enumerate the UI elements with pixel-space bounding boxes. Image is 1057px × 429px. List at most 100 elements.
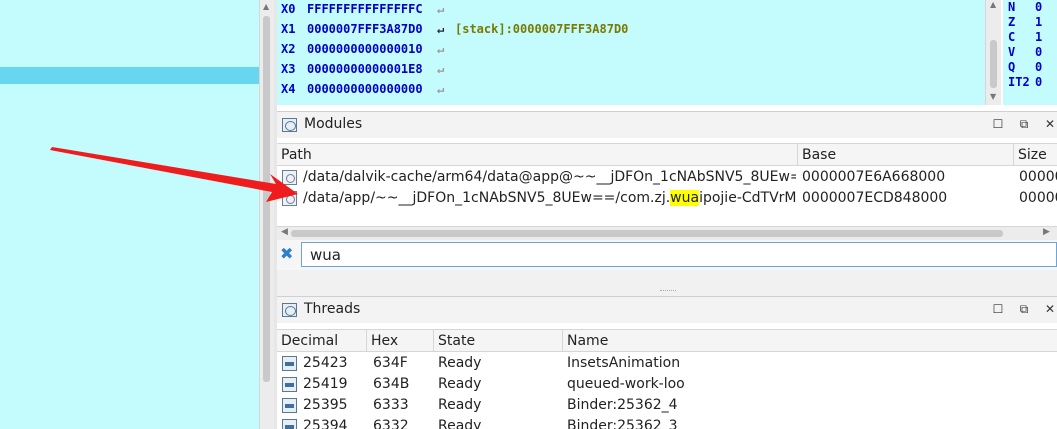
flag-row[interactable]: Z1 (1003, 15, 1057, 30)
register-value[interactable]: 0000000000000010 (307, 39, 437, 59)
thread-state: Ready (438, 397, 482, 413)
register-row[interactable]: X2 0000000000000010 ↵ (277, 39, 985, 59)
thread-name: InsetsAnimation (567, 355, 681, 371)
flag-row[interactable]: C1 (1003, 30, 1057, 45)
module-size: 00000 (1019, 190, 1057, 206)
thread-icon (282, 377, 297, 392)
return-arrow-icon[interactable]: ↵ (437, 19, 455, 39)
scrollbar-thumb[interactable] (990, 40, 997, 88)
flag-value[interactable]: 0 (1035, 60, 1042, 74)
threads-pane-header[interactable]: Threads ☐ ⧉ ✕ (277, 296, 1057, 323)
thread-hex: 6333 (373, 397, 409, 413)
float-pane-button[interactable]: ⧉ (1017, 117, 1031, 132)
flag-value[interactable]: 1 (1035, 15, 1042, 29)
clear-filter-icon[interactable]: ✖ (280, 244, 293, 263)
register-comment: [stack]:0000007FFF3A87D0 (455, 22, 629, 36)
thread-state: Ready (438, 355, 482, 371)
registers-pane: X0 FFFFFFFFFFFFFFFC ↵ X1 0000007FFF3A87D0 ↵[… (277, 0, 985, 105)
flag-name: N (1008, 0, 1016, 14)
flag-name: C (1008, 30, 1016, 44)
scroll-up-icon[interactable]: ▲ (990, 0, 996, 9)
restore-pane-button[interactable]: ☐ (991, 117, 1005, 131)
return-arrow-icon[interactable]: ↵ (437, 59, 455, 79)
return-arrow-icon[interactable]: ↵ (437, 79, 455, 99)
modules-pane-icon (282, 118, 297, 132)
modules-table-header: Path Base Size (277, 144, 1057, 166)
scrollbar-thumb[interactable] (291, 230, 1003, 237)
module-icon (282, 191, 297, 206)
modules-table: Path Base Size /data/dalvik-cache/arm64/… (277, 143, 1057, 226)
restore-pane-button[interactable]: ☐ (991, 302, 1005, 316)
register-name: X1 (281, 22, 296, 36)
splitter-grip (660, 290, 676, 292)
module-row[interactable]: /data/app/~~__jDFOn_1cNAbSNV5_8UEw==/com… (277, 188, 1057, 209)
module-base: 0000007ECD848000 (802, 190, 948, 206)
column-header-path[interactable]: Path (277, 144, 798, 166)
flag-row[interactable]: IT2 0 (1003, 75, 1057, 90)
close-pane-button[interactable]: ✕ (1043, 117, 1057, 131)
register-value[interactable]: FFFFFFFFFFFFFFFC (307, 0, 437, 19)
registers-scrollbar[interactable]: ▲ ▼ (985, 0, 1001, 105)
register-name: X4 (281, 82, 296, 96)
flag-value[interactable]: 0 (1035, 0, 1042, 14)
modules-pane-title: Modules (304, 116, 363, 132)
column-header-decimal[interactable]: Decimal (277, 330, 367, 352)
column-header-state[interactable]: State (434, 330, 563, 352)
register-row[interactable]: X1 0000007FFF3A87D0 ↵ [stack]:0000007FFF3A8… (277, 19, 985, 39)
module-path: /data/app/~~__jDFOn_1cNAbSNV5_8UEw==/com… (303, 190, 796, 206)
flag-row[interactable]: Q0 (1003, 60, 1057, 75)
thread-icon (282, 419, 297, 429)
module-size: 00000 (1019, 169, 1057, 185)
flag-value[interactable]: 1 (1035, 30, 1042, 44)
scroll-left-icon[interactable]: ◀ (281, 227, 288, 237)
scrollbar-thumb[interactable] (263, 16, 270, 382)
register-value[interactable]: 0000000000000000 (307, 79, 437, 99)
modules-horizontal-scrollbar[interactable]: ◀ ▶ (277, 226, 1057, 240)
modules-pane-header[interactable]: Modules ☐ ⧉ ✕ (277, 111, 1057, 138)
register-row[interactable]: X0 FFFFFFFFFFFFFFFC ↵ (277, 0, 985, 19)
register-value[interactable]: 00000000000001E8 (307, 59, 437, 79)
thread-hex: 634F (373, 355, 408, 371)
column-header-hex[interactable]: Hex (367, 330, 434, 352)
return-arrow-icon[interactable]: ↵ (437, 0, 455, 19)
thread-hex: 6332 (373, 418, 409, 429)
scroll-up-icon[interactable]: ▲ (263, 2, 269, 11)
return-arrow-icon[interactable]: ↵ (437, 39, 455, 59)
flag-name: Q (1008, 60, 1016, 74)
thread-name: queued-work-loo (567, 376, 685, 392)
scroll-right-icon[interactable]: ▶ (1043, 227, 1050, 237)
thread-row[interactable]: 25419 634B Ready queued-work-loo (277, 374, 1057, 395)
register-row[interactable]: X3 00000000000001E8 ↵ (277, 59, 985, 79)
threads-pane-title: Threads (304, 301, 361, 317)
flag-row[interactable]: V0 (1003, 45, 1057, 60)
flag-name: V (1008, 45, 1016, 59)
left-pane-scrollbar[interactable]: ▲ (259, 0, 274, 429)
thread-name: Binder:25362_4 (567, 397, 678, 413)
column-header-base[interactable]: Base (798, 144, 1014, 166)
thread-row[interactable]: 25423 634F Ready InsetsAnimation (277, 353, 1057, 374)
thread-hex: 634B (373, 376, 410, 392)
thread-row[interactable]: 25394 6332 Ready Binder:25362_3 (277, 416, 1057, 429)
module-filter-input[interactable] (301, 242, 1057, 267)
horizontal-splitter[interactable] (277, 270, 1057, 296)
threads-table: Decimal Hex State Name 25423 634F Ready … (277, 329, 1057, 429)
register-value[interactable]: 0000007FFF3A87D0 (307, 19, 437, 39)
close-pane-button[interactable]: ✕ (1043, 302, 1057, 316)
float-pane-button[interactable]: ⧉ (1017, 302, 1031, 317)
flag-name: IT2 (1008, 75, 1030, 89)
threads-table-header: Decimal Hex State Name (277, 330, 1057, 352)
column-header-name[interactable]: Name (563, 330, 1057, 352)
register-name: X0 (281, 2, 296, 16)
thread-icon (282, 398, 297, 413)
module-row[interactable]: /data/dalvik-cache/arm64/data@app@~~__jD… (277, 167, 1057, 188)
left-disassembly-pane[interactable] (0, 0, 259, 429)
register-row[interactable]: X4 0000000000000000 ↵ (277, 79, 985, 99)
flag-value[interactable]: 0 (1035, 45, 1042, 59)
module-base: 0000007E6A668000 (802, 169, 946, 185)
flag-row[interactable]: N0 (1003, 0, 1057, 15)
flags-pane: N0 Z1 C1 V0 Q0 IT2 0 (1003, 0, 1057, 105)
thread-row[interactable]: 25395 6333 Ready Binder:25362_4 (277, 395, 1057, 416)
scroll-down-icon[interactable]: ▼ (990, 92, 996, 101)
column-header-size[interactable]: Size (1014, 144, 1057, 166)
flag-value[interactable]: 0 (1035, 75, 1042, 89)
